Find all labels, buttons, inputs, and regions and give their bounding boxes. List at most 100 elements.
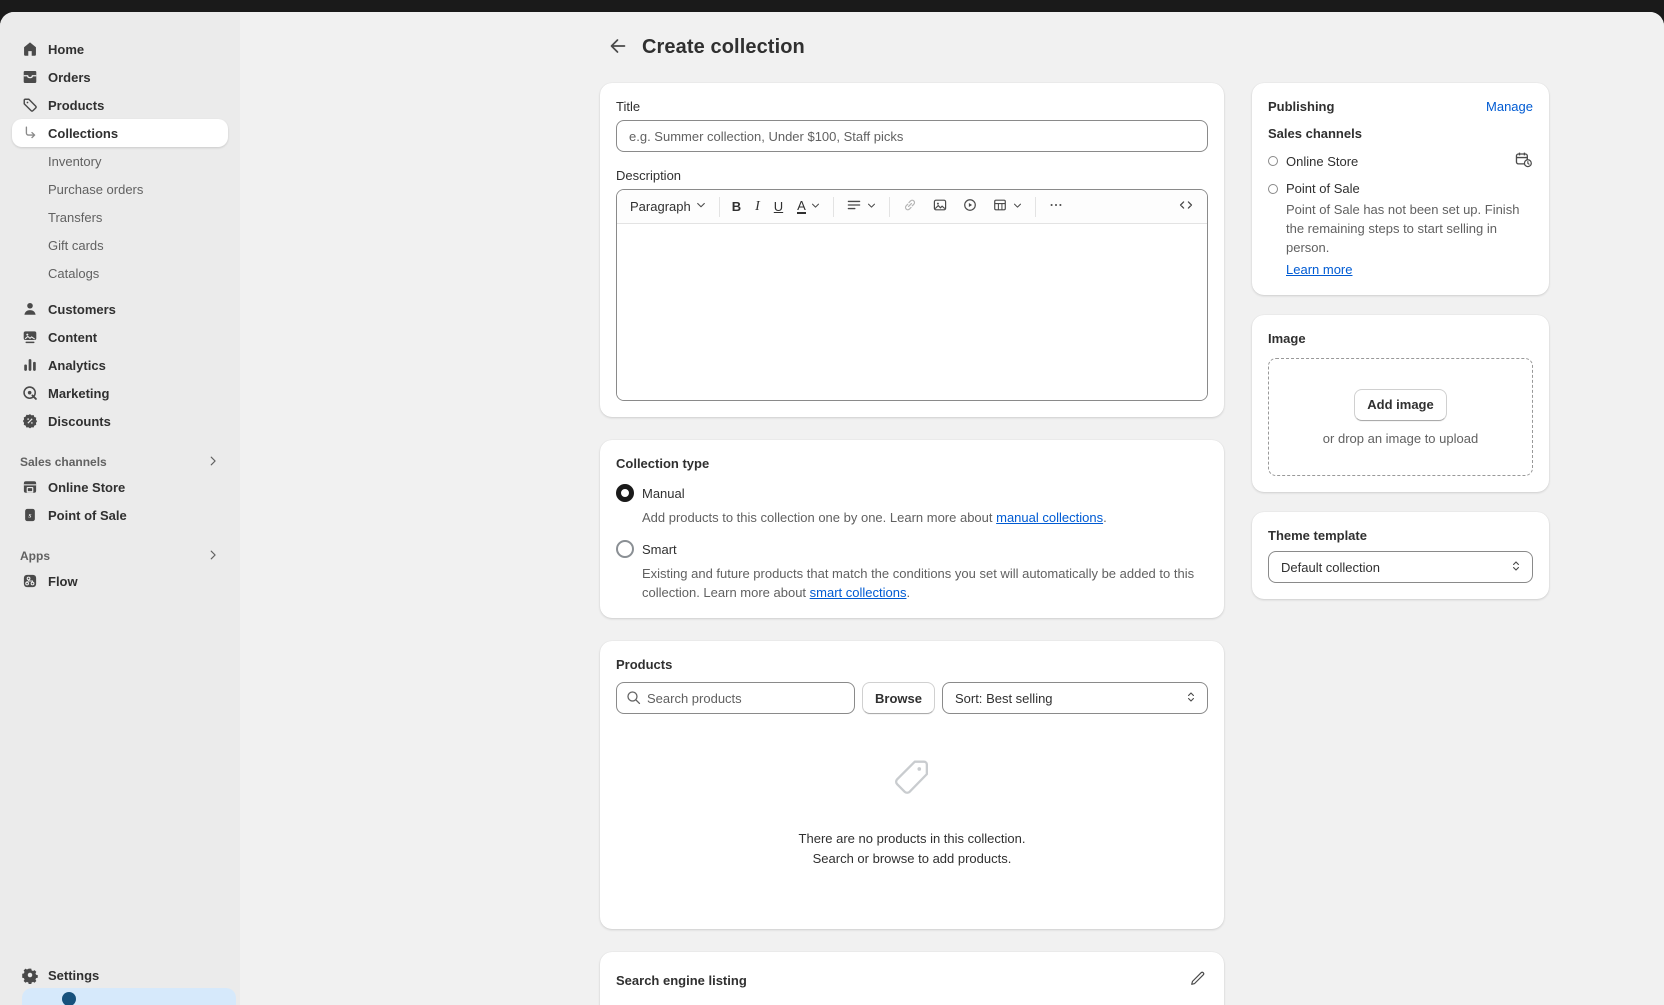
sidebar-item-collections[interactable]: Collections bbox=[12, 119, 228, 147]
sidebar-item-inventory[interactable]: Inventory bbox=[12, 147, 228, 175]
empty-state-line1: There are no products in this collection… bbox=[799, 829, 1026, 849]
manage-link[interactable]: Manage bbox=[1486, 99, 1533, 114]
sidebar-item-content[interactable]: Content bbox=[12, 323, 228, 351]
manual-radio-label[interactable]: Manual bbox=[642, 486, 685, 501]
theme-template-heading: Theme template bbox=[1268, 528, 1533, 543]
image-heading: Image bbox=[1268, 331, 1533, 346]
paragraph-style-button[interactable]: Paragraph bbox=[623, 196, 714, 217]
sidebar-item-label: Orders bbox=[48, 70, 91, 85]
chevron-down-icon bbox=[810, 199, 821, 214]
manual-collections-link[interactable]: manual collections bbox=[996, 510, 1103, 525]
bold-button[interactable]: B bbox=[725, 196, 748, 217]
discounts-icon bbox=[20, 411, 40, 431]
sort-select[interactable]: Sort: Best selling bbox=[942, 682, 1208, 714]
more-options-button[interactable] bbox=[1041, 194, 1071, 219]
description-label: Description bbox=[616, 168, 1208, 183]
sidebar-item-home[interactable]: Home bbox=[12, 35, 228, 63]
sidebar-item-orders[interactable]: Orders bbox=[12, 63, 228, 91]
trial-callout[interactable] bbox=[22, 988, 236, 1005]
sidebar-item-analytics[interactable]: Analytics bbox=[12, 351, 228, 379]
insert-video-button[interactable] bbox=[955, 194, 985, 219]
browse-button[interactable]: Browse bbox=[862, 682, 935, 714]
title-card: Title Description Paragraph B bbox=[600, 83, 1224, 417]
sidebar-item-label: Home bbox=[48, 42, 84, 57]
sidebar-item-transfers[interactable]: Transfers bbox=[12, 203, 228, 231]
trial-callout-icon bbox=[62, 992, 76, 1005]
drop-hint-text: or drop an image to upload bbox=[1323, 431, 1478, 446]
settings-gear-icon bbox=[20, 965, 40, 985]
sidebar-item-flow[interactable]: Flow bbox=[12, 567, 228, 595]
learn-more-link[interactable]: Learn more bbox=[1286, 262, 1352, 277]
home-icon bbox=[20, 39, 40, 59]
sidebar-item-label: Content bbox=[48, 330, 97, 345]
sidebar-item-gift-cards[interactable]: Gift cards bbox=[12, 231, 228, 259]
sub-arrow-icon bbox=[20, 123, 40, 143]
theme-template-select[interactable]: Default collection bbox=[1268, 551, 1533, 583]
manual-radio-row: Manual bbox=[616, 484, 1208, 502]
sidebar-item-marketing[interactable]: Marketing bbox=[12, 379, 228, 407]
sidebar-item-catalogs[interactable]: Catalogs bbox=[12, 259, 228, 287]
sidebar-item-customers[interactable]: Customers bbox=[12, 295, 228, 323]
flow-app-icon bbox=[20, 571, 40, 591]
smart-collections-link[interactable]: smart collections bbox=[810, 585, 907, 600]
sidebar-item-products[interactable]: Products bbox=[12, 91, 228, 119]
sidebar-item-purchase-orders[interactable]: Purchase orders bbox=[12, 175, 228, 203]
sidebar-item-discounts[interactable]: Discounts bbox=[12, 407, 228, 435]
sidebar-item-online-store[interactable]: Online Store bbox=[12, 473, 228, 501]
chevron-down-icon bbox=[866, 199, 877, 214]
text-color-glyph: A bbox=[797, 199, 806, 214]
edit-seo-button[interactable] bbox=[1187, 968, 1208, 992]
channel-status-icon bbox=[1268, 184, 1278, 194]
manual-description-text: Add products to this collection one by o… bbox=[642, 510, 996, 525]
sidebar-nav-group-secondary: Customers Content Analytics Marketing Di… bbox=[12, 295, 228, 435]
products-controls: Browse Sort: Best selling bbox=[616, 682, 1208, 714]
publishing-heading: Publishing bbox=[1268, 99, 1334, 114]
sidebar-section-apps[interactable]: Apps bbox=[12, 545, 228, 567]
channel-status-icon bbox=[1268, 156, 1278, 166]
schedule-publish-button[interactable] bbox=[1514, 150, 1533, 172]
back-button[interactable] bbox=[604, 33, 632, 61]
products-heading: Products bbox=[616, 657, 1208, 672]
link-button[interactable] bbox=[895, 194, 925, 219]
paragraph-style-value: Paragraph bbox=[630, 199, 691, 214]
toolbar-divider bbox=[833, 197, 834, 217]
add-image-button[interactable]: Add image bbox=[1354, 389, 1446, 421]
insert-image-button[interactable] bbox=[925, 194, 955, 219]
manual-description: Add products to this collection one by o… bbox=[642, 508, 1208, 527]
pencil-icon bbox=[1189, 975, 1206, 990]
main-content: Create collection Title Description Para… bbox=[240, 12, 1664, 1005]
seo-heading: Search engine listing bbox=[616, 973, 747, 988]
analytics-icon bbox=[20, 355, 40, 375]
alignment-button[interactable] bbox=[839, 194, 884, 219]
title-input[interactable] bbox=[616, 120, 1208, 152]
italic-button[interactable]: I bbox=[748, 196, 767, 218]
image-card: Image Add image or drop an image to uplo… bbox=[1252, 315, 1549, 492]
smart-radio-label[interactable]: Smart bbox=[642, 542, 677, 557]
orders-icon bbox=[20, 67, 40, 87]
sidebar-nav-group-main: Home Orders Products Collections Invento… bbox=[12, 35, 228, 287]
sidebar-item-settings[interactable]: Settings bbox=[12, 961, 228, 989]
image-dropzone[interactable]: Add image or drop an image to upload bbox=[1268, 358, 1533, 476]
product-search-box bbox=[616, 682, 855, 714]
insert-table-button[interactable] bbox=[985, 194, 1030, 219]
manual-radio[interactable] bbox=[616, 484, 634, 502]
sidebar-item-point-of-sale[interactable]: s Point of Sale bbox=[12, 501, 228, 529]
empty-state-line2: Search or browse to add products. bbox=[813, 849, 1012, 869]
underline-button[interactable]: U bbox=[767, 196, 790, 217]
rte-toolbar: Paragraph B I U A bbox=[617, 190, 1207, 224]
text-color-button[interactable]: A bbox=[790, 196, 828, 217]
publishing-card: Publishing Manage Sales channels Online … bbox=[1252, 83, 1549, 295]
chevron-down-icon bbox=[1012, 199, 1023, 214]
show-html-button[interactable] bbox=[1171, 194, 1201, 219]
sidebar-section-label: Sales channels bbox=[20, 455, 107, 469]
channel-name: Point of Sale bbox=[1286, 181, 1360, 196]
smart-radio[interactable] bbox=[616, 540, 634, 558]
sidebar-section-sales-channels[interactable]: Sales channels bbox=[12, 451, 228, 473]
products-tag-icon bbox=[20, 95, 40, 115]
sort-select-text: Sort: Best selling bbox=[955, 691, 1053, 706]
calendar-clock-icon bbox=[1514, 157, 1533, 172]
product-search-input[interactable] bbox=[616, 682, 855, 714]
description-editor: Paragraph B I U A bbox=[616, 189, 1208, 401]
marketing-icon bbox=[20, 383, 40, 403]
description-editor-body[interactable] bbox=[617, 224, 1207, 400]
